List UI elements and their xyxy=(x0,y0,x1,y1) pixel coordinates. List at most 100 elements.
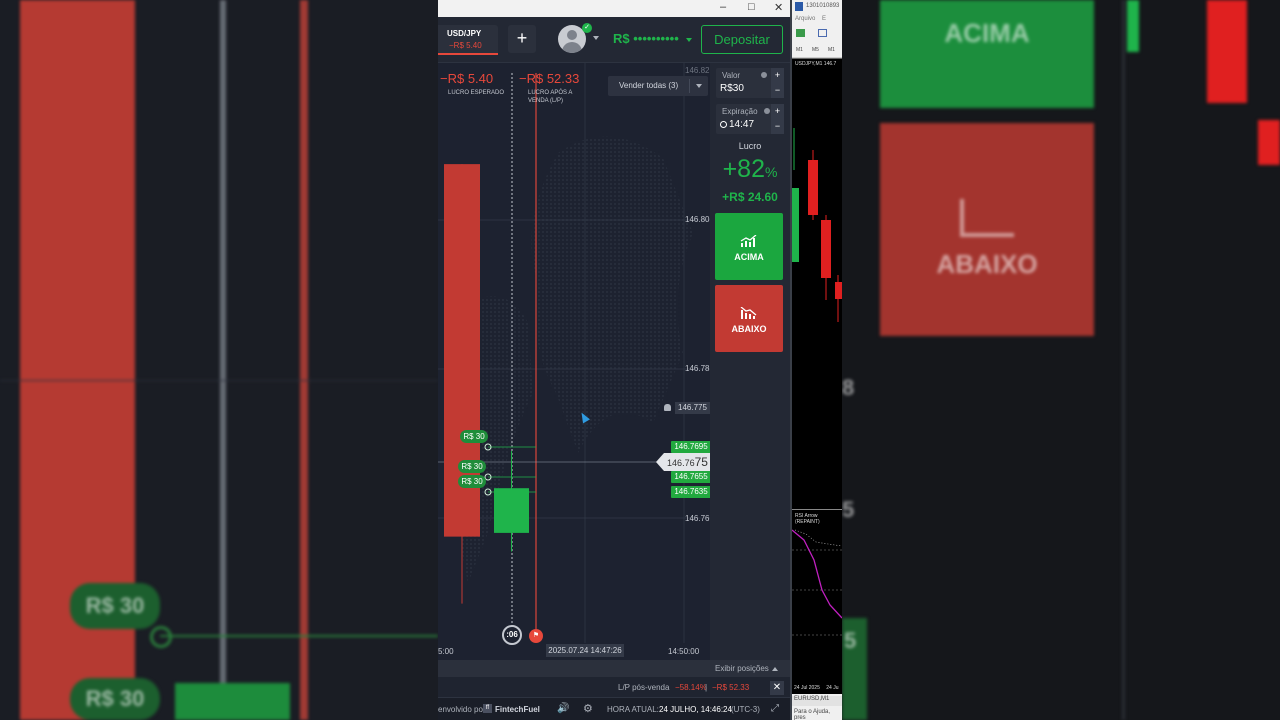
expiry-decrease-button[interactable]: − xyxy=(771,119,784,134)
after-sale-pl-value: −R$ 52.33 xyxy=(519,71,580,86)
pl-after-sale-row: L/P pós-venda −58.14% | −R$ 52.33 ✕ xyxy=(438,677,790,697)
buy-up-button[interactable]: ACIMA xyxy=(715,213,783,280)
bg-green-line xyxy=(160,635,438,637)
info-icon[interactable] xyxy=(761,72,767,78)
chart-canvas xyxy=(438,63,710,643)
asset-tab[interactable]: USD/JPY −R$ 5.40 xyxy=(438,25,498,55)
info-icon[interactable] xyxy=(764,108,770,114)
maximize-icon[interactable]: □ xyxy=(748,1,755,13)
mt4-rsi-line xyxy=(792,529,842,619)
buy-down-label: ABAIXO xyxy=(731,324,767,334)
mt4-candle-red-3 xyxy=(835,282,842,299)
sell-all-divider xyxy=(689,79,690,93)
expiry-increase-button[interactable]: + xyxy=(771,104,784,119)
clock-icon xyxy=(720,120,727,128)
balance-chevron-icon[interactable] xyxy=(686,38,692,42)
trade-amount-pill-3[interactable]: R$ 30 xyxy=(458,475,486,488)
profit-percent-unit: % xyxy=(764,164,778,180)
bell-icon[interactable] xyxy=(664,404,671,411)
add-asset-button[interactable]: + xyxy=(508,25,536,53)
expiry-value[interactable]: 14:47 xyxy=(720,119,754,130)
metatrader-window: 1301010893 Arquivo E M1 M5 M1 USDJPY,M1 … xyxy=(790,0,842,720)
sell-all-dropdown[interactable]: Vender todas (3) xyxy=(608,76,708,96)
bg-marker xyxy=(150,626,172,648)
buy-up-label: ACIMA xyxy=(734,252,764,262)
chevron-down-icon[interactable] xyxy=(593,36,599,40)
positions-bar[interactable]: Exibir posições xyxy=(438,660,790,677)
fullscreen-icon[interactable]: ⤢ xyxy=(771,703,779,714)
bg-green-candle xyxy=(175,683,290,720)
footer: envolvido por ff FintechFuel 🔊 ⚙ HORA AT… xyxy=(438,697,790,720)
candle-body xyxy=(494,488,529,533)
asset-pl: −R$ 5.40 xyxy=(449,41,482,50)
price-level-4: 146.76 xyxy=(685,514,710,523)
lp-value: −R$ 52.33 xyxy=(712,683,750,692)
timeframe-m15[interactable]: M1 xyxy=(828,47,835,53)
trade-price-tag-1: 146.7695 xyxy=(671,441,710,453)
trade-amount-pill-2[interactable]: R$ 30 xyxy=(458,460,486,473)
mt4-date-2: 24 Ju xyxy=(826,685,839,691)
mt4-candle-red-1 xyxy=(808,160,818,215)
price-chart[interactable]: −R$ 5.40 LUCRO ESPERADO −R$ 52.33 LUCRO … xyxy=(438,63,710,660)
sound-icon[interactable]: 🔊 xyxy=(557,703,569,714)
mt4-chart-tab[interactable]: EURUSD,M1 xyxy=(792,696,842,706)
expiry-label: Expiração xyxy=(722,107,758,116)
amount-value[interactable]: R$30 xyxy=(720,83,744,94)
profit-percent: +82% xyxy=(710,155,790,184)
fintechfuel-logo-icon: ff xyxy=(483,704,492,713)
trade-amount-pill-1[interactable]: R$ 30 xyxy=(460,430,488,443)
minimize-icon[interactable]: – xyxy=(720,1,726,13)
mt4-status-text: Para o Ajuda, pres xyxy=(794,709,831,720)
gear-icon[interactable]: ⚙ xyxy=(583,702,593,715)
developed-by-label: envolvido por xyxy=(438,705,486,714)
bg-mt4-red-1 xyxy=(1207,0,1247,103)
finish-flag-icon: ⚑ xyxy=(529,629,543,643)
bg-amount-pill-1: R$ 30 xyxy=(70,583,160,629)
close-window-icon[interactable]: ✕ xyxy=(774,1,783,14)
current-price-main: 146.76 xyxy=(667,458,695,468)
price-level-top: 146.82 xyxy=(685,66,710,75)
deposit-button[interactable]: Depositar xyxy=(701,25,783,54)
bg-down-button: ABAIXO xyxy=(880,123,1094,336)
bg-divider xyxy=(1122,0,1125,720)
expiry-time: 14:47 xyxy=(729,119,755,130)
after-sale-label-1: LUCRO APÓS A xyxy=(528,90,573,96)
verified-icon: ✓ xyxy=(582,23,592,33)
asset-name: USD/JPY xyxy=(447,29,482,38)
mt4-price-chart xyxy=(792,128,842,322)
bg-mt4-green xyxy=(1127,0,1139,52)
profit-percent-value: +82 xyxy=(722,155,765,183)
alert-price[interactable]: 146.775 xyxy=(675,402,710,414)
profit-amount: +R$ 24.60 xyxy=(722,190,778,204)
bg-mt4-red-2 xyxy=(1258,120,1280,165)
trade-price-tag-3: 146.7635 xyxy=(671,486,710,498)
chevron-up-icon[interactable] xyxy=(772,667,778,671)
copy-icon[interactable] xyxy=(818,29,827,37)
mt4-menu-edit[interactable]: E xyxy=(822,16,826,22)
background-left-content: R$ 30 R$ 30 xyxy=(0,0,438,720)
close-icon[interactable]: ✕ xyxy=(770,681,784,695)
price-level-2: 146.80 xyxy=(685,215,710,224)
mt4-menu-file[interactable]: Arquivo xyxy=(795,16,815,22)
timeframe-m5[interactable]: M5 xyxy=(812,47,819,53)
account-balance[interactable]: R$ •••••••••• xyxy=(613,31,679,46)
amount-decrease-button[interactable]: − xyxy=(771,83,784,98)
mt4-status-area: EURUSD,M1 Para o Ajuda, pres xyxy=(792,694,842,720)
amount-increase-button[interactable]: + xyxy=(771,68,784,83)
bg-green-block: 5 xyxy=(842,618,867,720)
mt4-date-1: 24 Jul 2025 xyxy=(794,685,820,691)
timeframe-m1[interactable]: M1 xyxy=(796,47,803,53)
show-positions-link[interactable]: Exibir posições xyxy=(715,664,769,673)
chart-up-icon xyxy=(740,235,757,247)
amount-field[interactable]: Valor R$30 + − xyxy=(716,68,784,98)
bg-num-1: 8 xyxy=(842,375,855,400)
buy-down-button[interactable]: ABAIXO xyxy=(715,285,783,352)
current-time-label: HORA ATUAL: xyxy=(607,705,659,714)
mt4-menu: Arquivo E xyxy=(792,14,842,26)
current-time-value: 24 JULHO, 14:46:24 xyxy=(659,705,732,714)
expiry-field[interactable]: Expiração 14:47 + − xyxy=(716,104,784,134)
trade-panel: Valor R$30 + − Expiração 14:47 + − Lucro… xyxy=(710,63,790,660)
mt4-toolbar: M1 M5 M1 xyxy=(792,26,842,58)
new-order-icon[interactable] xyxy=(796,29,805,37)
chevron-down-icon xyxy=(696,84,702,88)
